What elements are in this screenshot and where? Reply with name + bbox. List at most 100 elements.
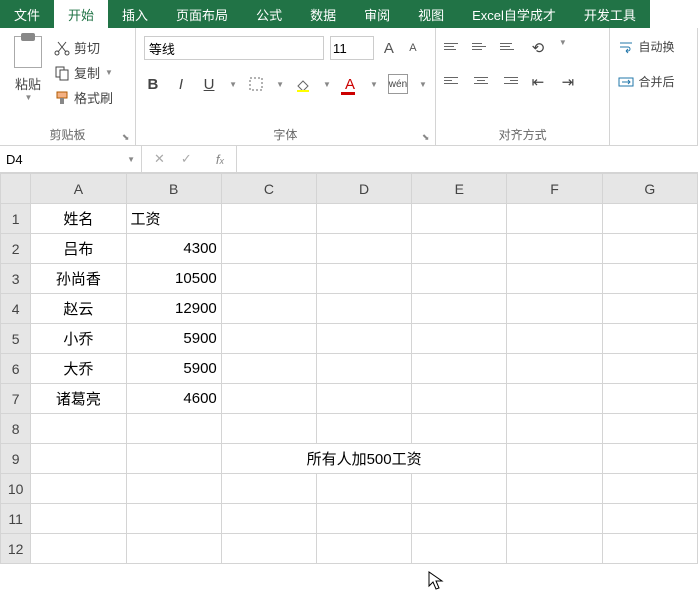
align-top-button[interactable] (444, 38, 462, 54)
cell[interactable] (317, 414, 412, 444)
cell[interactable] (602, 324, 697, 354)
tab-review[interactable]: 审阅 (350, 0, 404, 28)
cell[interactable]: 12900 (126, 294, 221, 324)
cell[interactable] (31, 534, 126, 564)
cell[interactable] (507, 294, 602, 324)
cell[interactable]: 4600 (126, 384, 221, 414)
underline-button[interactable]: U (200, 74, 218, 94)
cell[interactable] (507, 234, 602, 264)
cell[interactable] (221, 324, 316, 354)
confirm-icon[interactable]: ✓ (181, 151, 192, 167)
cell[interactable] (507, 414, 602, 444)
cell[interactable] (602, 384, 697, 414)
font-size-select[interactable] (330, 36, 374, 60)
bold-button[interactable]: B (144, 74, 162, 94)
font-name-select[interactable] (144, 36, 324, 60)
col-header[interactable]: E (412, 174, 507, 204)
phonetic-button[interactable]: wén (388, 74, 408, 94)
cell[interactable] (317, 534, 412, 564)
cell[interactable] (412, 474, 507, 504)
cell[interactable]: 姓名 (31, 204, 126, 234)
cell[interactable] (221, 474, 316, 504)
cell[interactable] (126, 444, 221, 474)
col-header[interactable]: A (31, 174, 126, 204)
cell[interactable] (412, 234, 507, 264)
row-header[interactable]: 5 (1, 324, 31, 354)
row-header[interactable]: 4 (1, 294, 31, 324)
cell[interactable] (221, 354, 316, 384)
cell[interactable]: 5900 (126, 354, 221, 384)
row-header[interactable]: 12 (1, 534, 31, 564)
cell[interactable] (602, 354, 697, 384)
cell[interactable] (126, 414, 221, 444)
cell[interactable] (412, 414, 507, 444)
formula-input[interactable] (236, 146, 698, 172)
row-header[interactable]: 8 (1, 414, 31, 444)
cell[interactable] (412, 294, 507, 324)
cell[interactable] (317, 264, 412, 294)
indent-increase-button[interactable]: ⇥ (558, 72, 578, 92)
cell[interactable] (221, 204, 316, 234)
cell[interactable]: 工资 (126, 204, 221, 234)
row-header[interactable]: 6 (1, 354, 31, 384)
worksheet-grid[interactable]: A B C D E F G 1姓名工资 2吕布4300 3孙尚香10500 4赵… (0, 173, 698, 564)
cell[interactable] (317, 504, 412, 534)
merge-button[interactable]: 合并后 (618, 73, 689, 90)
row-header[interactable]: 3 (1, 264, 31, 294)
col-header[interactable]: F (507, 174, 602, 204)
row-header[interactable]: 1 (1, 204, 31, 234)
cell[interactable] (507, 264, 602, 294)
cell[interactable] (412, 354, 507, 384)
tab-file[interactable]: 文件 (0, 0, 54, 28)
cell[interactable] (507, 474, 602, 504)
cell[interactable]: 小乔 (31, 324, 126, 354)
italic-button[interactable]: I (172, 74, 190, 94)
copy-button[interactable]: 复制▼ (54, 63, 113, 82)
fx-icon[interactable]: fx (216, 152, 224, 167)
row-header[interactable]: 7 (1, 384, 31, 414)
tab-home[interactable]: 开始 (54, 0, 108, 28)
cell[interactable] (602, 204, 697, 234)
align-bottom-button[interactable] (500, 38, 518, 54)
col-header[interactable]: G (602, 174, 697, 204)
cell[interactable]: 10500 (126, 264, 221, 294)
tab-data[interactable]: 数据 (296, 0, 350, 28)
cell[interactable]: 4300 (126, 234, 221, 264)
cell[interactable] (221, 294, 316, 324)
cell[interactable] (507, 504, 602, 534)
dialog-launcher-icon[interactable]: ⬊ (122, 132, 132, 142)
cell[interactable] (412, 324, 507, 354)
decrease-font-icon[interactable]: A (404, 39, 422, 57)
cell[interactable] (317, 204, 412, 234)
cell[interactable] (317, 474, 412, 504)
cell[interactable] (602, 414, 697, 444)
cell[interactable]: 吕布 (31, 234, 126, 264)
cell[interactable] (507, 204, 602, 234)
cell[interactable] (221, 384, 316, 414)
cell[interactable] (602, 294, 697, 324)
cell[interactable] (126, 534, 221, 564)
align-left-button[interactable] (444, 72, 462, 88)
cell[interactable] (221, 504, 316, 534)
cell[interactable] (126, 474, 221, 504)
col-header[interactable]: B (126, 174, 221, 204)
cell[interactable]: 孙尚香 (31, 264, 126, 294)
cell[interactable] (412, 504, 507, 534)
font-color-button[interactable]: A (341, 74, 359, 94)
cell[interactable] (412, 384, 507, 414)
col-header[interactable]: C (221, 174, 316, 204)
orientation-button[interactable]: ⟲ (528, 38, 548, 58)
tab-insert[interactable]: 插入 (108, 0, 162, 28)
align-right-button[interactable] (500, 72, 518, 88)
wrap-text-button[interactable]: 自动换 (618, 38, 689, 55)
fill-color-button[interactable] (294, 74, 312, 94)
align-middle-button[interactable] (472, 38, 490, 54)
indent-decrease-button[interactable]: ⇤ (528, 72, 548, 92)
increase-font-icon[interactable]: A (380, 39, 398, 57)
cell[interactable] (507, 384, 602, 414)
cell[interactable] (412, 534, 507, 564)
col-header[interactable]: D (317, 174, 412, 204)
cell[interactable] (602, 234, 697, 264)
dialog-launcher-icon[interactable]: ⬊ (422, 132, 432, 142)
tab-custom1[interactable]: Excel自学成才 (458, 0, 570, 28)
